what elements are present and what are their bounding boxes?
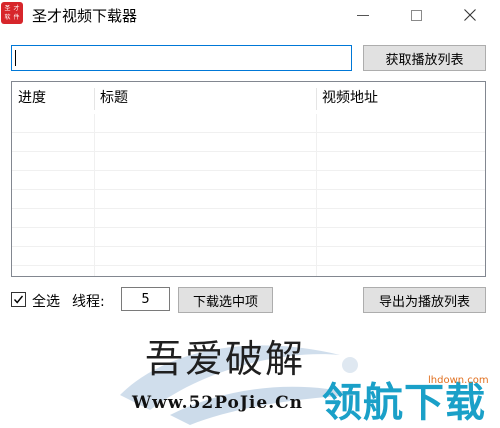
close-icon [464, 9, 476, 21]
list-row[interactable] [12, 171, 485, 190]
list-row[interactable] [12, 190, 485, 209]
title-bar: 圣 才 软 件 圣才视频下载器 [0, 0, 500, 30]
column-video-url[interactable]: 视频地址 [316, 82, 485, 114]
window-title: 圣才视频下载器 [32, 7, 138, 25]
list-row[interactable] [12, 228, 485, 247]
list-header: 进度 标题 视频地址 [12, 82, 485, 114]
column-title[interactable]: 标题 [94, 82, 316, 114]
text-caret [15, 50, 16, 66]
checkmark-icon [13, 295, 24, 304]
select-all-label[interactable]: 全选 [32, 291, 60, 311]
minimize-button[interactable] [340, 0, 386, 30]
url-input[interactable] [11, 45, 352, 71]
video-list[interactable]: 进度 标题 视频地址 [11, 81, 486, 277]
list-row[interactable] [12, 133, 485, 152]
watermark-52pojie-url: Www.52PoJie.Cn [132, 393, 304, 413]
close-button[interactable] [447, 0, 493, 30]
list-row[interactable] [12, 114, 485, 133]
icon-char: 圣 [4, 5, 11, 12]
minimize-icon [357, 14, 369, 16]
icon-char: 软 [4, 14, 11, 21]
watermark-52pojie-logo: 吾爱破解 [145, 337, 306, 381]
download-selected-button[interactable]: 下载选中项 [178, 287, 273, 313]
icon-char: 件 [13, 14, 20, 21]
thread-label: 线程: [72, 294, 105, 310]
column-divider[interactable] [316, 88, 317, 110]
thread-count-input[interactable] [121, 287, 170, 311]
list-row[interactable] [12, 247, 485, 266]
fetch-playlist-button[interactable]: 获取播放列表 [363, 45, 486, 71]
column-divider[interactable] [94, 88, 95, 110]
list-row[interactable] [12, 209, 485, 228]
maximize-icon [410, 9, 422, 21]
watermark-lhdown-site: lhdown.com [428, 375, 489, 386]
icon-char: 才 [13, 5, 20, 12]
export-playlist-button[interactable]: 导出为播放列表 [363, 287, 486, 313]
select-all-checkbox[interactable] [11, 292, 26, 307]
app-icon: 圣 才 软 件 [1, 2, 23, 24]
list-row[interactable] [12, 152, 485, 171]
column-progress[interactable]: 进度 [12, 82, 94, 114]
maximize-button[interactable] [393, 0, 439, 30]
